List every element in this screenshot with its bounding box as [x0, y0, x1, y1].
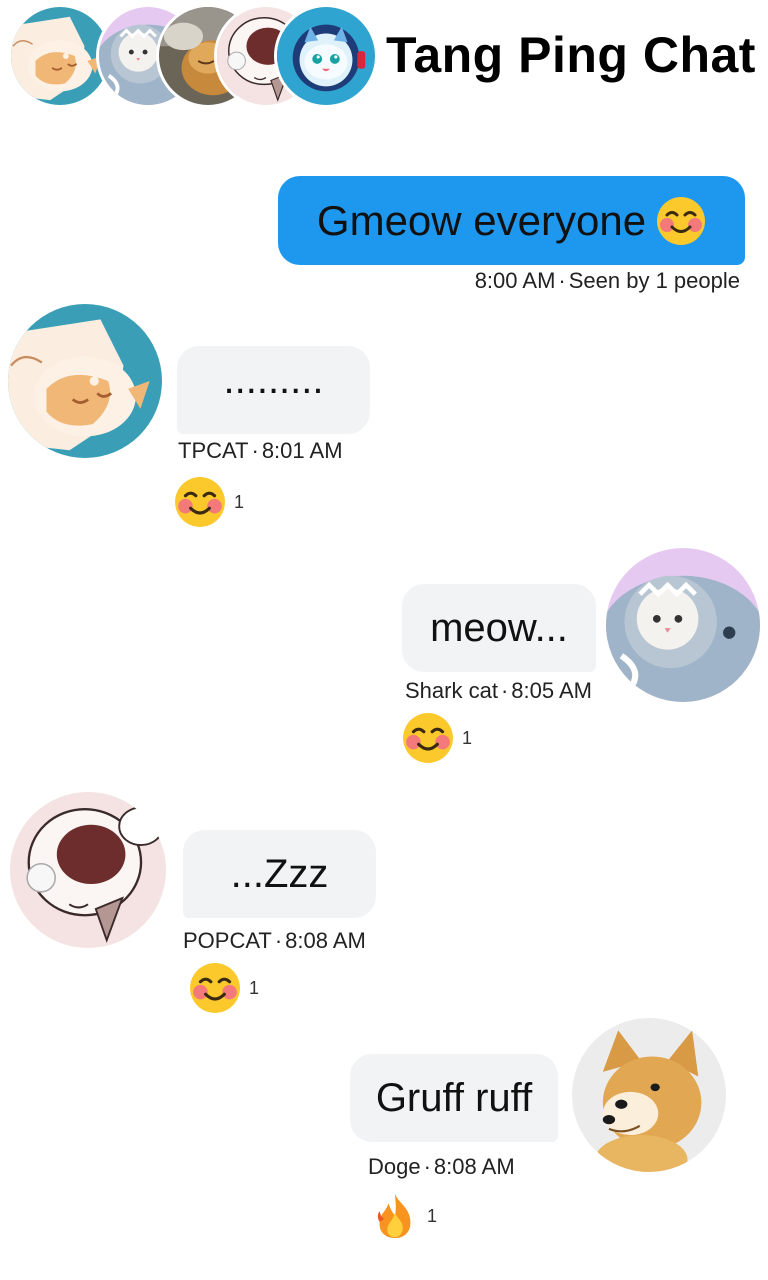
message-text: ...Zzz: [230, 851, 329, 896]
sender-name: Doge: [368, 1154, 421, 1179]
fire-emoji-icon: [371, 1192, 419, 1240]
reaction-badge[interactable]: 1: [174, 476, 244, 528]
message-bubble-received[interactable]: ...Zzz: [183, 830, 376, 918]
smiling-face-emoji-icon: [174, 476, 226, 528]
message-bubble-received[interactable]: meow...: [402, 584, 596, 672]
message-text: Gmeow everyone: [316, 196, 647, 244]
sender-name: Shark cat: [405, 678, 498, 703]
avatar-doge[interactable]: [572, 1018, 726, 1172]
message-meta: Shark cat · 8:05 AM: [405, 678, 592, 704]
smiling-face-emoji-icon: [189, 962, 241, 1014]
message-text: .........: [223, 357, 324, 402]
message-meta: TPCAT · 8:01 AM: [178, 438, 343, 464]
sender-name: POPCAT: [183, 928, 272, 953]
separator: ·: [558, 268, 566, 293]
message-time: 8:08 AM: [285, 928, 366, 953]
message-time: 8:05 AM: [511, 678, 592, 703]
message-bubble-received[interactable]: Gruff ruff: [350, 1054, 558, 1142]
avatar-tpcat[interactable]: [8, 304, 162, 458]
header-avatar-astronaut-cat[interactable]: [274, 4, 378, 108]
smiling-face-emoji-icon: [402, 712, 454, 764]
seen-status: Seen by 1 people: [568, 268, 740, 293]
message-meta: POPCAT · 8:08 AM: [183, 928, 366, 954]
avatar-popcat[interactable]: [10, 792, 166, 948]
message-text: Gruff ruff: [375, 1075, 533, 1120]
message-time: 8:01 AM: [261, 438, 343, 463]
reaction-badge[interactable]: 1: [402, 712, 472, 764]
separator: ·: [274, 928, 283, 953]
message-meta: 8:00 AM · Seen by 1 people: [475, 268, 740, 294]
reaction-count: 1: [234, 491, 245, 512]
separator: ·: [500, 678, 509, 703]
reaction-badge[interactable]: 1: [371, 1192, 437, 1240]
sender-name: TPCAT: [178, 438, 249, 463]
message-bubble-received[interactable]: .........: [177, 346, 370, 434]
separator: ·: [251, 438, 259, 463]
message-time: 8:08 AM: [433, 1154, 515, 1179]
message-bubble-sent[interactable]: Gmeow everyone: [278, 176, 745, 265]
reaction-badge[interactable]: 1: [189, 962, 259, 1014]
message-text: meow...: [430, 605, 568, 650]
message-meta: Doge · 8:08 AM: [368, 1154, 515, 1180]
separator: ·: [423, 1154, 431, 1179]
smiling-face-emoji-icon: [656, 196, 706, 246]
reaction-count: 1: [427, 1205, 438, 1226]
reaction-count: 1: [462, 727, 473, 748]
chat-title: Tang Ping Chat: [386, 27, 756, 83]
avatar-shark-cat[interactable]: [606, 548, 760, 702]
message-time: 8:00 AM: [474, 268, 556, 293]
reaction-count: 1: [249, 977, 260, 998]
